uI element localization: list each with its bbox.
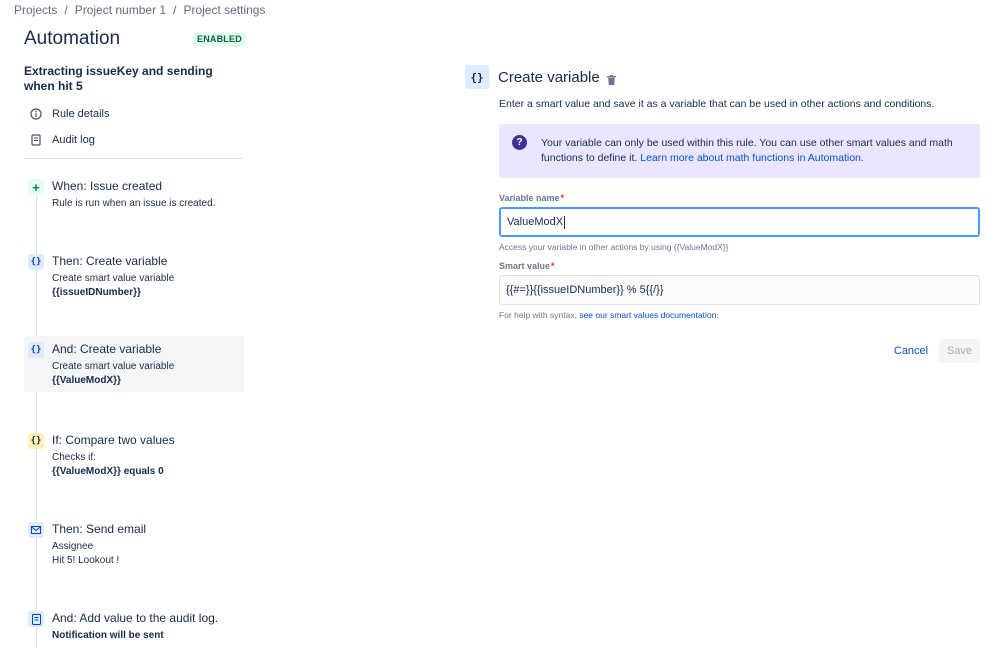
step-desc-value: {{ValueModX}} (52, 375, 121, 386)
breadcrumb-project[interactable]: Project number 1 (75, 3, 166, 17)
breadcrumb-separator: / (64, 3, 68, 17)
smart-value-helper: For help with syntax, see our smart valu… (499, 310, 719, 320)
breadcrumb-project-settings[interactable]: Project settings (183, 3, 265, 17)
panel-description: Enter a smart value and save it as a var… (499, 98, 935, 110)
breadcrumb: Projects / Project number 1 / Project settin… (14, 3, 265, 17)
smart-value-label: Smart value* (499, 261, 555, 271)
step-desc-line: Checks if: (52, 452, 96, 463)
step-title: Then: Create variable (52, 254, 168, 268)
variable-name-value: ValueModX (507, 216, 564, 228)
required-mark: * (560, 193, 565, 203)
rule-details-link[interactable]: Rule details (30, 108, 109, 120)
step-description: Create smart value variable {{issueIDNum… (52, 272, 244, 300)
step-desc-value: Notification will be sent (52, 630, 164, 641)
step-description: Notification will be sent (52, 629, 244, 643)
step-desc-line: Hit 5! Lookout ! (52, 555, 120, 566)
step-description: Rule is run when an issue is created. (52, 198, 216, 209)
step-audit-log[interactable]: And: Add value to the audit log. Notific… (24, 605, 244, 649)
step-desc-line: Create smart value variable (52, 273, 175, 284)
step-title: If: Compare two values (52, 433, 175, 447)
math-functions-link[interactable]: Learn more about math functions in Autom… (640, 152, 864, 164)
braces-icon: {} (465, 65, 489, 89)
label-text: Smart value (499, 261, 551, 271)
step-description: Create smart value variable {{ValueModX}… (52, 360, 244, 388)
step-desc-value: {{ValueModX}} equals 0 (52, 466, 164, 477)
plus-icon: + (28, 179, 44, 195)
step-title: Then: Send email (52, 522, 147, 536)
text-caret (564, 215, 566, 229)
audit-log-icon (30, 134, 42, 146)
braces-icon: {} (28, 254, 44, 270)
variable-name-helper: Access your variable in other actions by… (499, 242, 729, 252)
sidebar-divider (24, 158, 244, 159)
step-desc-line: Assignee (52, 541, 94, 552)
step-desc-value: {{issueIDNumber}} (52, 287, 141, 298)
step-trigger[interactable]: + When: Issue created Rule is run when a… (24, 173, 244, 217)
smart-value-value: {{#=}}{{issueIDNumber}} % 5{{/}} (506, 284, 664, 296)
step-desc-line: Create smart value variable (52, 361, 175, 372)
breadcrumb-projects[interactable]: Projects (14, 3, 57, 17)
step-title: And: Create variable (52, 342, 162, 356)
braces-icon: {} (28, 433, 44, 449)
mail-icon (28, 522, 44, 538)
audit-log-label: Audit log (52, 134, 95, 146)
info-message: ? Your variable can only be used within … (499, 124, 980, 178)
trash-icon[interactable] (607, 72, 616, 85)
braces-icon: {} (28, 342, 44, 358)
step-title: When: Issue created (52, 179, 163, 193)
save-button[interactable]: Save (939, 339, 980, 363)
info-text: Your variable can only be used within th… (541, 136, 966, 166)
page-title: Automation (24, 28, 121, 49)
required-mark: * (551, 261, 555, 271)
step-create-variable-1[interactable]: {} Then: Create variable Create smart va… (24, 248, 244, 306)
step-description: Assignee Hit 5! Lookout ! (52, 540, 244, 568)
audit-icon (28, 611, 44, 627)
step-create-variable-2[interactable]: {} And: Create variable Create smart val… (24, 336, 244, 392)
rule-details-label: Rule details (52, 108, 110, 120)
step-title: And: Add value to the audit log. (52, 611, 219, 625)
step-send-email[interactable]: Then: Send email Assignee Hit 5! Lookout… (24, 516, 244, 574)
breadcrumb-separator: / (173, 3, 177, 17)
label-text: Variable name (499, 193, 560, 203)
audit-log-link[interactable]: Audit log (30, 134, 95, 146)
question-icon: ? (512, 135, 527, 150)
cancel-button[interactable]: Cancel (887, 340, 935, 362)
rule-name: Extracting issueKey and sending when hit… (24, 64, 213, 93)
panel-title: Create variable (498, 69, 600, 86)
step-description: Checks if: {{ValueModX}} equals 0 (52, 451, 244, 479)
helper-text: For help with syntax, (499, 310, 577, 320)
smart-value-input[interactable]: {{#=}}{{issueIDNumber}} % 5{{/}} (499, 275, 980, 305)
smart-values-docs-link[interactable]: see our smart values documentation. (579, 310, 718, 320)
variable-name-input[interactable]: ValueModX (499, 207, 980, 237)
step-compare-values[interactable]: {} If: Compare two values Checks if: {{V… (24, 427, 244, 485)
status-badge: ENABLED (193, 32, 246, 46)
info-icon (30, 108, 42, 120)
variable-name-label: Variable name* (499, 193, 564, 203)
